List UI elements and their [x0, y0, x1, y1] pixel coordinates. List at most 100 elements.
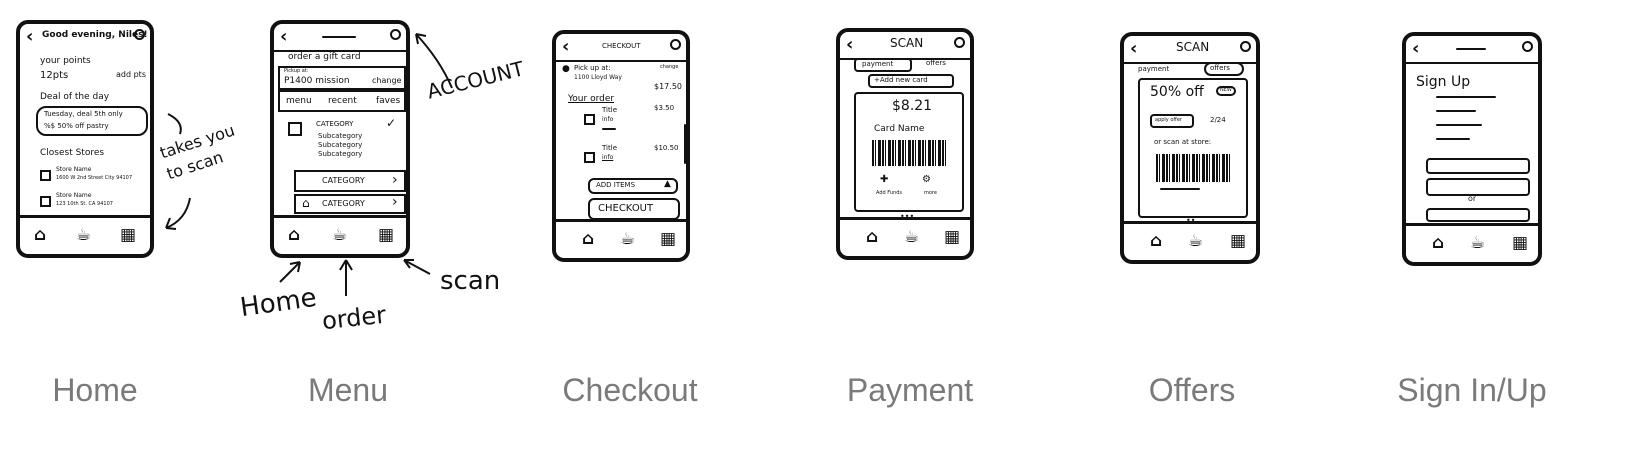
account-icon[interactable] [670, 39, 681, 50]
order-icon[interactable]: ☕ [76, 225, 91, 245]
payment-topbar: ‹ SCAN [840, 32, 970, 60]
offer-text: 50% off [1150, 84, 1204, 100]
tab-payment-label[interactable]: payment [1138, 65, 1169, 73]
tab-offers-label: offers [1210, 64, 1230, 72]
deal-line2: %$ 50% off pastry [44, 122, 109, 130]
add-items-label: ADD ITEMS [596, 181, 636, 189]
offers-topbar: ‹ SCAN [1124, 36, 1256, 64]
store1-name[interactable]: Store Name [56, 166, 91, 173]
deal-card[interactable]: Tuesday, deal 5th only %$ 50% off pastry [36, 106, 148, 136]
annotation-arrows [279, 33, 453, 296]
item2-checkbox[interactable] [584, 152, 595, 163]
annotation-arrow [165, 113, 191, 230]
tab-payment[interactable]: payment [854, 58, 912, 72]
offer-barcode [1156, 154, 1232, 182]
item2-price: $10.50 [654, 144, 679, 152]
scrollbar[interactable] [684, 124, 686, 164]
scan-icon[interactable]: ▦ [1512, 233, 1528, 253]
scan-icon[interactable]: ▦ [120, 225, 136, 245]
signup-scribble-4 [1436, 138, 1470, 140]
card-barcode [872, 140, 946, 166]
store1-icon [40, 170, 51, 181]
store2-name[interactable]: Store Name [56, 192, 91, 199]
scan-title: SCAN [890, 36, 924, 50]
back-icon[interactable]: ‹ [1130, 38, 1137, 59]
signup-input-3[interactable] [1426, 208, 1530, 222]
account-icon[interactable] [1240, 41, 1251, 52]
add-card-button[interactable]: +Add new card [868, 74, 954, 88]
points-label: your points [40, 56, 91, 66]
checkout-topbar: ‹ CHECKOUT [556, 34, 686, 62]
or-scan-label: or scan at store: [1154, 138, 1212, 146]
add-funds-icon[interactable]: ✚ [880, 174, 888, 185]
item2-info: info [602, 154, 614, 161]
or-divider: or [1468, 194, 1477, 203]
add-icon: ▲ [664, 179, 671, 189]
order-icon[interactable]: ☕ [904, 227, 919, 247]
account-icon[interactable] [1522, 41, 1533, 52]
back-icon[interactable]: ‹ [1412, 38, 1419, 59]
payment-navbar: ⌂ ☕ ▦ [840, 217, 970, 256]
apply-offer-button[interactable]: apply offer [1150, 114, 1194, 128]
tab-offers-label[interactable]: offers [926, 59, 946, 67]
checkout-button-label: CHECKOUT [598, 203, 654, 214]
caption-checkout: Checkout [562, 372, 698, 408]
scan-icon[interactable]: ▦ [1230, 231, 1246, 251]
checkout-button[interactable]: CHECKOUT [588, 198, 680, 220]
payment-card[interactable]: $8.21 Card Name ✚ Add Funds ⚙ more [854, 92, 964, 212]
new-badge-label: NEW [1220, 87, 1232, 93]
back-icon[interactable]: ‹ [846, 34, 853, 55]
more-icon[interactable]: ⚙ [922, 174, 931, 185]
your-order-label: Your order [568, 94, 615, 104]
offer-card[interactable]: 50% off NEW apply offer 2/24 or scan at … [1138, 78, 1248, 218]
caption-menu: Menu [307, 372, 389, 408]
caption-home: Home [52, 372, 138, 408]
signup-navbar: ⌂ ☕ ▦ [1406, 223, 1538, 262]
card-name: Card Name [874, 124, 925, 134]
home-topbar: ‹ Good evening, Niles! [20, 24, 150, 50]
signup-scribble-2 [1436, 110, 1476, 112]
greeting: Good evening, Niles! [42, 30, 148, 40]
add-items-button[interactable]: ADD ITEMS ▲ [588, 178, 678, 194]
scan-icon[interactable]: ▦ [660, 229, 676, 249]
pickup-addr: 1100 Lloyd Way [574, 74, 622, 81]
home-icon[interactable]: ⌂ [582, 229, 594, 249]
add-points-link[interactable]: add pts [116, 70, 146, 79]
item1-info: info [602, 116, 614, 123]
payment-screen: ‹ SCAN payment offers +Add new card $8.2… [836, 28, 974, 260]
order-icon[interactable]: ☕ [620, 229, 635, 249]
home-navbar: ⌂ ☕ ▦ [20, 215, 150, 254]
pickup-change[interactable]: change [660, 64, 678, 70]
annotation-order: order [320, 300, 388, 336]
signup-input-1[interactable] [1426, 158, 1530, 174]
home-icon[interactable]: ⌂ [1150, 231, 1162, 251]
points-value: 12pts [40, 70, 69, 81]
store2-icon [40, 196, 51, 207]
scan-icon[interactable]: ▦ [944, 227, 960, 247]
home-icon[interactable]: ⌂ [1432, 233, 1444, 253]
tab-offers[interactable]: offers [1204, 62, 1244, 76]
apply-offer-label: apply offer [1155, 117, 1182, 123]
checkout-title: CHECKOUT [602, 42, 641, 50]
store2-addr: 123 10th St. CA 94107 [56, 201, 113, 207]
item1-checkbox[interactable] [584, 114, 595, 125]
order-icon[interactable]: ☕ [1470, 233, 1485, 253]
order-total: $17.50 [654, 82, 682, 91]
account-icon[interactable] [134, 29, 145, 40]
back-icon[interactable]: ‹ [562, 36, 569, 57]
signup-topbar: ‹ [1406, 36, 1538, 64]
add-card-label: +Add new card [874, 76, 928, 84]
item1-scribble [602, 128, 616, 130]
caption-payment: Payment [846, 372, 974, 408]
home-icon[interactable]: ⌂ [866, 227, 878, 247]
back-icon[interactable]: ‹ [26, 26, 33, 47]
pickup-label: Pick up at: [574, 64, 611, 72]
checkout-screen: ‹ CHECKOUT ● Pick up at: 1100 Lloyd Way … [552, 30, 690, 262]
account-icon[interactable] [954, 37, 965, 48]
signup-input-2[interactable] [1426, 178, 1530, 196]
home-icon[interactable]: ⌂ [34, 225, 46, 245]
scan-title: SCAN [1176, 40, 1210, 54]
caption-offers: Offers [1148, 372, 1236, 408]
order-icon[interactable]: ☕ [1188, 231, 1203, 251]
pin-icon: ● [562, 64, 570, 74]
